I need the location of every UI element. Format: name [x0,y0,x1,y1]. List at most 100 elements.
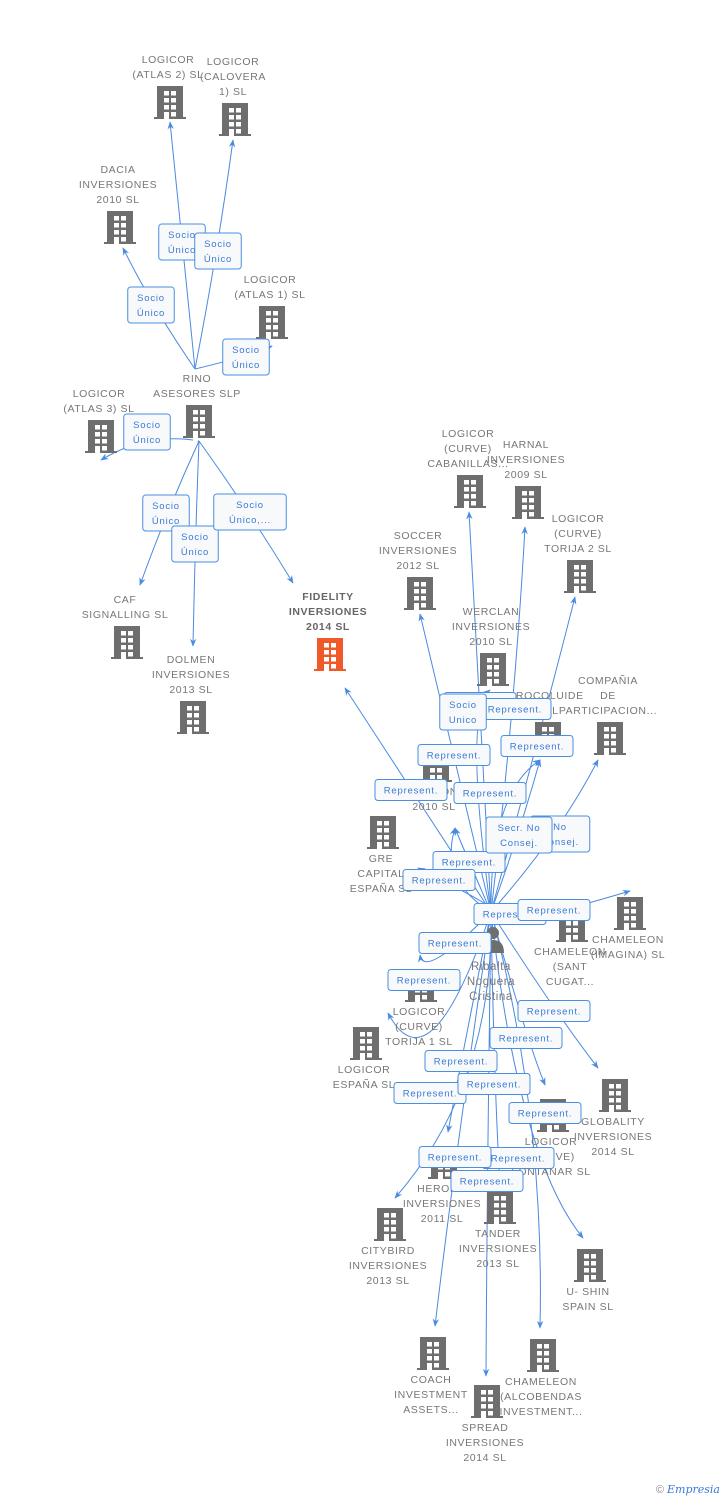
node-label: DE [600,690,616,702]
node-label: CAF [114,594,137,606]
building-icon[interactable] [111,626,143,662]
node-label: CHAMELEON [592,934,664,946]
node-label: (CURVE) [554,528,602,540]
edge-label[interactable]: Represent. [387,969,461,991]
node-ushin[interactable]: U- SHIN SPAIN SL [562,1249,613,1313]
edge-label[interactable]: Represent. [453,782,527,804]
node-soccer[interactable]: SOCCER INVERSIONES 2012 SL [379,530,457,613]
building-icon[interactable] [417,1337,449,1373]
node-label: U- SHIN [566,1286,609,1298]
edge-label[interactable]: Represent. [402,869,476,891]
edge-label[interactable]: Socio Único [123,413,171,451]
edge-label-text: Socio [152,501,180,512]
node-label: 2014 SL [591,1146,634,1158]
node-torija2[interactable]: LOGICOR (CURVE) TORIJA 2 SL [544,513,612,596]
edge-label[interactable]: Represent. [489,1027,563,1049]
edge-label[interactable]: Represent. [424,1050,498,1072]
edge-label[interactable]: Represent. [374,779,448,801]
edge-label[interactable]: Socio Único [171,525,219,563]
building-icon[interactable] [374,1208,406,1244]
building-icon[interactable] [574,1249,606,1285]
node-label: 2012 SL [396,560,439,572]
edge-label[interactable]: Socio Único [127,286,175,324]
edge-label-text: Socio [236,500,264,511]
node-harnal[interactable]: HARNAL INVERSIONES 2009 SL [487,439,565,522]
building-icon[interactable] [512,486,544,522]
edge-label[interactable]: Represent. [393,1082,467,1104]
edge-label[interactable]: Represent. [417,744,491,766]
building-icon[interactable] [314,638,346,674]
node-alcobendas[interactable]: CHAMELEON (ALCOBENDAS INVESTMENT... [499,1339,582,1418]
edge-label-text: Represent. [527,1007,581,1018]
node-label: INVERSIONES [452,621,530,633]
node-label: CAPITAL [357,868,404,880]
building-icon[interactable] [564,560,596,596]
edge-label[interactable]: Represent. [500,735,574,757]
building-icon[interactable] [527,1339,559,1375]
node-label: INVERSIONES [446,1437,524,1449]
node-globality[interactable]: GLOBALITY INVERSIONES 2014 SL [574,1079,652,1158]
edge-label-text: Unico [449,715,477,726]
building-icon[interactable] [484,1191,516,1227]
node-dolmen[interactable]: DOLMEN INVERSIONES 2013 SL [152,654,230,737]
edge-label[interactable]: Represent. [481,1147,555,1169]
building-icon[interactable] [454,475,486,511]
node-coach[interactable]: COACH INVESTMENT ASSETS... [394,1337,468,1416]
building-icon[interactable] [477,653,509,689]
node-werclan[interactable]: WERCLAN INVERSIONES 2010 SL [452,606,530,689]
building-icon[interactable] [594,722,626,758]
building-icon[interactable] [219,103,251,139]
edge-label[interactable]: Represent. [517,899,591,921]
node-atlas2[interactable]: LOGICOR (ATLAS 2) SL [132,54,203,122]
edge-label[interactable]: Represent. [418,932,492,954]
edge-label[interactable]: Represent. [418,1146,492,1168]
node-atlas1[interactable]: LOGICOR (ATLAS 1) SL [234,274,305,342]
building-icon[interactable] [85,420,117,456]
node-label: 1) SL [219,86,247,98]
building-icon[interactable] [599,1079,631,1115]
building-icon[interactable] [183,405,215,441]
node-dacia[interactable]: DACIA INVERSIONES 2010 SL [79,164,157,247]
edge-label[interactable]: Represent. [508,1102,582,1124]
node-caf[interactable]: CAF SIGNALLING SL [82,594,169,662]
node-label: 2013 SL [476,1258,519,1270]
edge-label[interactable]: Represent. [478,698,552,720]
building-icon[interactable] [404,577,436,613]
node-label: 2013 SL [169,684,212,696]
edge-label[interactable]: Socio Único,... [213,493,287,531]
edge-label[interactable]: Socio Único [194,232,242,270]
building-icon[interactable] [104,211,136,247]
edge-label[interactable]: Secr. No Consej. [485,816,553,854]
node-imagina[interactable]: CHAMELEON (IMAGINA) SL [591,897,665,961]
edge-label-text: No [553,822,567,833]
edge-label[interactable]: Socio Unico [439,693,487,731]
node-calovera[interactable]: LOGICOR (CALOVERA 1) SL [200,56,266,139]
edge-label-text: Socio [181,532,209,543]
node-label: 2009 SL [504,469,547,481]
node-label: CUGAT... [546,976,594,988]
edge-label[interactable]: Socio Único [222,338,270,376]
building-icon[interactable] [471,1385,503,1421]
node-label: DOLMEN [167,654,216,666]
edge-label-text: Represent. [499,1034,553,1045]
node-cabanillas[interactable]: LOGICOR(CURVE)CABANILLAS... [427,428,508,511]
node-label: WERCLAN [463,606,520,618]
node-citybird[interactable]: CITYBIRD INVERSIONES 2013 SL [349,1208,427,1287]
edge-label-text: Socio [232,345,260,356]
node-label: (ALCOBENDAS [500,1391,582,1403]
building-icon[interactable] [256,306,288,342]
node-label: INVESTMENT... [499,1406,582,1418]
building-icon[interactable] [350,1027,382,1063]
edge-label[interactable]: Represent. [457,1073,531,1095]
building-icon[interactable] [614,897,646,933]
brand-logo[interactable]: Empresia [667,1483,720,1496]
building-icon[interactable] [367,816,399,852]
node-compania[interactable]: COMPAÑIA DE PARTICIPACION... [559,674,657,758]
node-label: LOGICOR [142,54,195,66]
node-label: GRE [369,853,394,865]
node-fidelity[interactable]: FIDELITY INVERSIONES 2014 SL [289,591,367,674]
building-icon[interactable] [154,86,186,122]
building-icon[interactable] [177,701,209,737]
edge-label[interactable]: Represent. [517,1000,591,1022]
edge-label[interactable]: Represent. [450,1170,524,1192]
